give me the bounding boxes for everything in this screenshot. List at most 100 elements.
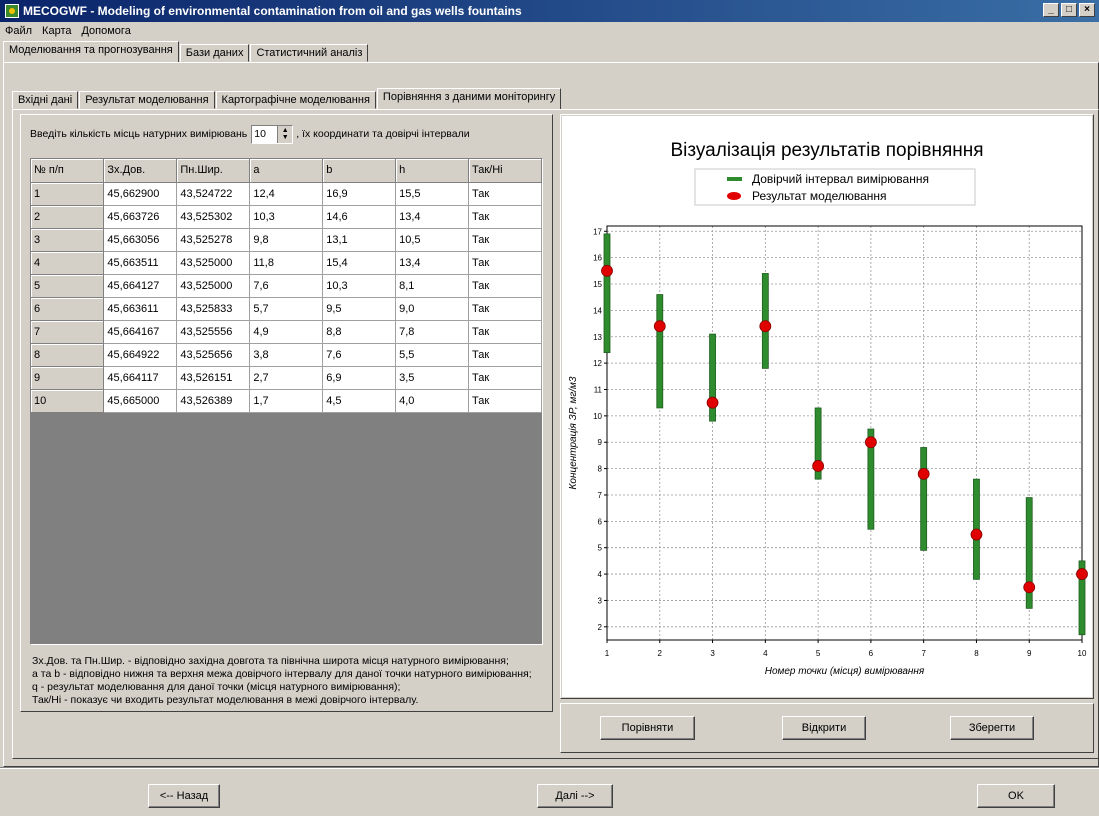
- table-cell[interactable]: 45,665000: [103, 389, 178, 413]
- table-cell[interactable]: 45,662900: [103, 182, 178, 206]
- table-cell[interactable]: 5,5: [395, 343, 470, 367]
- table-cell[interactable]: 1,7: [249, 389, 324, 413]
- col-header-index[interactable]: № п/п: [31, 159, 105, 183]
- table-cell[interactable]: 43,526151: [176, 366, 251, 390]
- table-row[interactable]: 7 45,664167 43,525556 4,9 8,8 7,8 Так: [31, 320, 542, 344]
- col-header-b[interactable]: b: [322, 159, 397, 183]
- tab-monitoring-compare[interactable]: Порівняння з даними моніторингу: [376, 88, 562, 109]
- save-button[interactable]: Зберегти: [950, 716, 1034, 740]
- table-cell[interactable]: 43,525278: [176, 228, 251, 252]
- close-button[interactable]: ×: [1079, 3, 1095, 17]
- table-row[interactable]: 4 45,663511 43,525000 11,8 15,4 13,4 Так: [31, 251, 542, 275]
- table-cell[interactable]: 43,524722: [176, 182, 251, 206]
- col-header-yes-no[interactable]: Так/Ні: [468, 159, 542, 183]
- row-header-cell[interactable]: 6: [31, 297, 105, 321]
- table-cell[interactable]: Так: [468, 274, 542, 298]
- data-grid[interactable]: № п/п Зх.Дов. Пн.Шир. a b h Так/Ні 1 45,6…: [30, 158, 543, 645]
- table-cell[interactable]: 43,525000: [176, 274, 251, 298]
- table-cell[interactable]: 45,663056: [103, 228, 178, 252]
- table-cell[interactable]: 11,8: [249, 251, 324, 275]
- open-button[interactable]: Відкрити: [782, 716, 866, 740]
- col-header-a[interactable]: a: [249, 159, 324, 183]
- row-header-cell[interactable]: 1: [31, 182, 105, 206]
- table-cell[interactable]: Так: [468, 389, 542, 413]
- table-cell[interactable]: 45,664922: [103, 343, 178, 367]
- table-cell[interactable]: 13,4: [395, 251, 470, 275]
- next-button[interactable]: Далі -->: [537, 784, 613, 808]
- table-cell[interactable]: 10,5: [395, 228, 470, 252]
- table-row[interactable]: 8 45,664922 43,525656 3,8 7,6 5,5 Так: [31, 343, 542, 367]
- table-cell[interactable]: Так: [468, 320, 542, 344]
- table-cell[interactable]: 13,1: [322, 228, 397, 252]
- table-cell[interactable]: 7,6: [249, 274, 324, 298]
- menu-file[interactable]: Файл: [0, 25, 37, 37]
- table-cell[interactable]: Так: [468, 205, 542, 229]
- ok-button[interactable]: OK: [977, 784, 1055, 808]
- table-cell[interactable]: 4,5: [322, 389, 397, 413]
- table-cell[interactable]: 43,525833: [176, 297, 251, 321]
- table-cell[interactable]: 15,5: [395, 182, 470, 206]
- minimize-button[interactable]: _: [1043, 3, 1059, 17]
- tab-statistics[interactable]: Статистичний аналіз: [250, 44, 369, 62]
- row-header-cell[interactable]: 9: [31, 366, 105, 390]
- menu-map[interactable]: Карта: [37, 25, 76, 37]
- table-row[interactable]: 6 45,663611 43,525833 5,7 9,5 9,0 Так: [31, 297, 542, 321]
- maximize-button[interactable]: □: [1061, 3, 1077, 17]
- table-cell[interactable]: 43,525556: [176, 320, 251, 344]
- table-cell[interactable]: 9,0: [395, 297, 470, 321]
- table-cell[interactable]: 12,4: [249, 182, 324, 206]
- table-cell[interactable]: 5,7: [249, 297, 324, 321]
- table-cell[interactable]: 45,663726: [103, 205, 178, 229]
- stepper-arrows-icon[interactable]: ▲ ▼: [277, 125, 293, 143]
- tab-model-result[interactable]: Результат моделювання: [79, 91, 215, 109]
- row-header-cell[interactable]: 10: [31, 389, 105, 413]
- col-header-latitude[interactable]: Пн.Шир.: [176, 159, 251, 183]
- table-cell[interactable]: 7,8: [395, 320, 470, 344]
- table-cell[interactable]: 45,663611: [103, 297, 178, 321]
- table-cell[interactable]: 16,9: [322, 182, 397, 206]
- table-cell[interactable]: 43,525000: [176, 251, 251, 275]
- menu-help[interactable]: Допомога: [76, 25, 135, 37]
- table-cell[interactable]: 8,8: [322, 320, 397, 344]
- count-stepper[interactable]: 10 ▲ ▼: [251, 124, 294, 144]
- tab-cartographic[interactable]: Картографічне моделювання: [215, 91, 376, 109]
- table-cell[interactable]: 45,664127: [103, 274, 178, 298]
- table-cell[interactable]: 3,5: [395, 366, 470, 390]
- table-cell[interactable]: 43,525302: [176, 205, 251, 229]
- table-cell[interactable]: Так: [468, 366, 542, 390]
- table-cell[interactable]: 4,0: [395, 389, 470, 413]
- tab-input-data[interactable]: Вхідні дані: [12, 91, 79, 109]
- table-cell[interactable]: 15,4: [322, 251, 397, 275]
- table-cell[interactable]: Так: [468, 182, 542, 206]
- tab-databases[interactable]: Бази даних: [179, 44, 250, 62]
- table-row[interactable]: 2 45,663726 43,525302 10,3 14,6 13,4 Так: [31, 205, 542, 229]
- count-value[interactable]: 10: [252, 128, 277, 140]
- table-cell[interactable]: 45,663511: [103, 251, 178, 275]
- table-cell[interactable]: 43,525656: [176, 343, 251, 367]
- table-cell[interactable]: 10,3: [322, 274, 397, 298]
- row-header-cell[interactable]: 4: [31, 251, 105, 275]
- table-cell[interactable]: 4,9: [249, 320, 324, 344]
- table-row[interactable]: 1 45,662900 43,524722 12,4 16,9 15,5 Так: [31, 182, 542, 206]
- table-cell[interactable]: Так: [468, 343, 542, 367]
- table-cell[interactable]: 2,7: [249, 366, 324, 390]
- tab-modeling[interactable]: Моделювання та прогнозування: [3, 41, 179, 62]
- table-cell[interactable]: 3,8: [249, 343, 324, 367]
- compare-button[interactable]: Порівняти: [600, 716, 695, 740]
- table-cell[interactable]: 13,4: [395, 205, 470, 229]
- table-cell[interactable]: 6,9: [322, 366, 397, 390]
- row-header-cell[interactable]: 5: [31, 274, 105, 298]
- table-cell[interactable]: 10,3: [249, 205, 324, 229]
- table-cell[interactable]: 45,664167: [103, 320, 178, 344]
- table-row[interactable]: 3 45,663056 43,525278 9,8 13,1 10,5 Так: [31, 228, 542, 252]
- table-row[interactable]: 10 45,665000 43,526389 1,7 4,5 4,0 Так: [31, 389, 542, 413]
- table-row[interactable]: 5 45,664127 43,525000 7,6 10,3 8,1 Так: [31, 274, 542, 298]
- table-cell[interactable]: 43,526389: [176, 389, 251, 413]
- table-cell[interactable]: Так: [468, 228, 542, 252]
- table-cell[interactable]: Так: [468, 251, 542, 275]
- table-cell[interactable]: Так: [468, 297, 542, 321]
- table-cell[interactable]: 9,8: [249, 228, 324, 252]
- row-header-cell[interactable]: 8: [31, 343, 105, 367]
- row-header-cell[interactable]: 7: [31, 320, 105, 344]
- table-cell[interactable]: 7,6: [322, 343, 397, 367]
